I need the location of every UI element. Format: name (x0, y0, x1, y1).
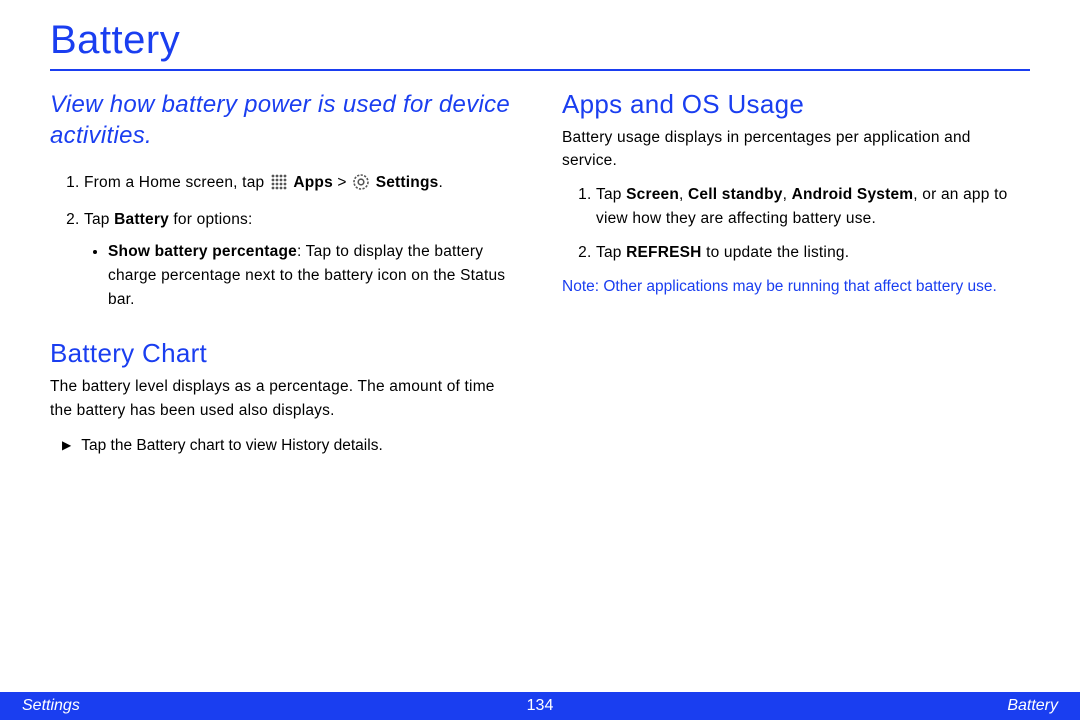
r1b3: Android System (792, 186, 914, 203)
page: Battery View how battery power is used f… (0, 0, 1080, 720)
r2bold: REFRESH (626, 244, 701, 261)
apps-step-1: Tap Screen, Cell standby, Android System… (596, 183, 1030, 231)
footer: Settings 134 Battery (0, 692, 1080, 720)
r2b: to update the listing. (702, 244, 850, 261)
battery-chart-body: The battery level displays as a percenta… (50, 375, 518, 422)
note-label: Note (562, 278, 595, 295)
step-2-b: for options: (169, 211, 253, 228)
battery-chart-tap: Tap the Battery chart to view History de… (62, 434, 518, 458)
footer-left: Settings (22, 697, 80, 715)
r1c2: , (783, 186, 792, 203)
step-1-end: . (438, 174, 443, 191)
note: Note: Other applications may be running … (562, 275, 1030, 298)
r2a: Tap (596, 244, 626, 261)
content-columns: View how battery power is used for devic… (50, 89, 1030, 458)
apps-os-heading: Apps and OS Usage (562, 89, 1030, 120)
footer-right: Battery (1007, 697, 1058, 715)
apps-os-body: Battery usage displays in percentages pe… (562, 126, 1030, 173)
step-1-gt: > (333, 174, 351, 191)
getting-started-steps: From a Home screen, tap Apps > Settings.… (50, 171, 518, 312)
battery-chart-heading: Battery Chart (50, 338, 518, 369)
footer-page-number: 134 (527, 697, 554, 715)
apps-os-steps: Tap Screen, Cell standby, Android System… (562, 183, 1030, 265)
apps-step-2: Tap REFRESH to update the listing. (596, 241, 1030, 265)
bullet-bold: Show battery percentage (108, 243, 297, 260)
left-column: View how battery power is used for devic… (50, 89, 518, 458)
step-1-apps: Apps (293, 174, 333, 191)
step-2-bullets: Show battery percentage: Tap to display … (84, 240, 518, 312)
intro-text: View how battery power is used for devic… (50, 89, 518, 151)
apps-grid-icon (271, 174, 287, 198)
settings-gear-icon (353, 174, 369, 198)
right-column: Apps and OS Usage Battery usage displays… (562, 89, 1030, 458)
title-rule (50, 69, 1030, 71)
r1a: Tap (596, 186, 626, 203)
r1b1: Screen (626, 186, 679, 203)
battery-chart-actions: Tap the Battery chart to view History de… (50, 434, 518, 458)
step-2-a: Tap (84, 211, 114, 228)
step-1: From a Home screen, tap Apps > Settings. (84, 171, 518, 198)
r1b2: Cell standby (688, 186, 783, 203)
step-2: Tap Battery for options: Show battery pe… (84, 208, 518, 312)
page-title: Battery (50, 18, 1030, 63)
step-2-bold: Battery (114, 211, 169, 228)
bullet-show-percentage: Show battery percentage: Tap to display … (108, 240, 518, 312)
step-1-settings: Settings (376, 174, 439, 191)
r1c1: , (679, 186, 688, 203)
note-rest: : Other applications may be running that… (595, 278, 997, 295)
step-1-text-a: From a Home screen, tap (84, 174, 269, 191)
